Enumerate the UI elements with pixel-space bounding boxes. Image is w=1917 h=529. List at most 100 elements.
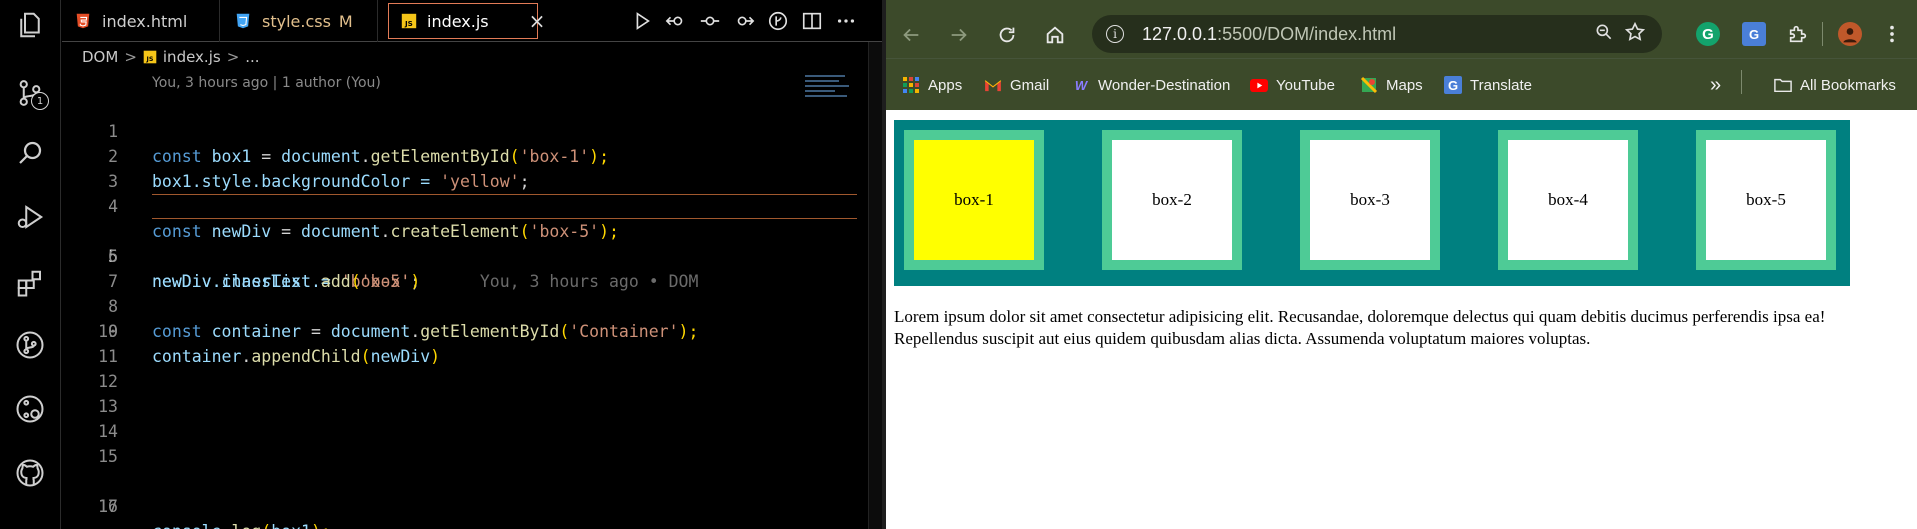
code-line[interactable]: 14 bbox=[62, 419, 867, 444]
all-bookmarks-button[interactable]: All Bookmarks bbox=[1774, 73, 1896, 97]
site-info-icon[interactable]: i bbox=[1106, 25, 1124, 43]
codelens-blame[interactable]: You, 3 hours ago | 1 author (You) bbox=[152, 75, 381, 91]
go-back-icon[interactable] bbox=[663, 8, 689, 34]
translate-extension-icon[interactable]: G bbox=[1742, 22, 1766, 46]
breadcrumb-symbol[interactable]: ... bbox=[245, 48, 259, 66]
bookmark-youtube[interactable]: YouTube bbox=[1250, 73, 1335, 97]
code-line[interactable]: 2 box1.style.backgroundColor = 'yellow'; bbox=[62, 119, 867, 191]
back-arrow-icon[interactable] bbox=[896, 20, 926, 50]
minimap[interactable] bbox=[805, 72, 865, 112]
tab-index-html[interactable]: index.html bbox=[62, 0, 220, 42]
line-number: 13 bbox=[98, 397, 118, 416]
extensions-icon[interactable] bbox=[13, 266, 47, 300]
code-line[interactable]: 4 const newDiv = document.createElement(… bbox=[62, 169, 867, 241]
box-1: box-1 bbox=[914, 140, 1034, 260]
bookmark-translate[interactable]: G Translate bbox=[1444, 73, 1532, 97]
line-number: 12 bbox=[98, 372, 118, 391]
bookmark-star-icon[interactable] bbox=[1624, 21, 1646, 48]
code-line[interactable]: 1 const box1 = document.getElementById('… bbox=[62, 94, 867, 166]
bookmark-maps[interactable]: Maps bbox=[1360, 73, 1423, 97]
tab-label: style.css bbox=[262, 11, 331, 31]
git-graph-icon[interactable] bbox=[13, 328, 47, 362]
box-frame: box-3 bbox=[1300, 130, 1440, 270]
split-editor-icon[interactable] bbox=[799, 8, 825, 34]
box-2: box-2 bbox=[1112, 140, 1232, 260]
vscode-window: 1 index.html style.css M JS index.js × D… bbox=[0, 0, 882, 529]
breadcrumb-separator: > bbox=[226, 48, 240, 66]
url-text: 127.0.0.1:5500/DOM/index.html bbox=[1142, 23, 1397, 44]
git-lens-icon[interactable] bbox=[765, 8, 791, 34]
folder-icon bbox=[1774, 76, 1792, 94]
zoom-icon[interactable] bbox=[1594, 22, 1614, 47]
home-icon[interactable] bbox=[1040, 20, 1070, 50]
box-frame: box-5 bbox=[1696, 130, 1836, 270]
tab-style-css[interactable]: style.css M bbox=[220, 0, 378, 42]
editor-scrollbar[interactable] bbox=[868, 42, 882, 529]
code-line[interactable]: 17 bbox=[62, 494, 867, 519]
tab-label: index.html bbox=[102, 11, 188, 31]
tab-index-js[interactable]: JS index.js × bbox=[388, 3, 545, 39]
git-history-icon[interactable] bbox=[13, 392, 47, 426]
code-line[interactable]: 10 bbox=[62, 319, 867, 344]
code-line[interactable]: 6 newDiv.classList.add('box') bbox=[62, 219, 867, 291]
gmail-icon bbox=[984, 76, 1002, 94]
code-line[interactable]: 3 bbox=[62, 144, 867, 191]
line-number: 10 bbox=[98, 322, 118, 341]
more-actions-icon[interactable] bbox=[833, 8, 859, 34]
boxes-container: box-1 box-2 box-3 box-4 box-5 bbox=[894, 120, 1850, 286]
extensions-puzzle-icon[interactable] bbox=[1786, 22, 1810, 46]
code-line[interactable]: 11 bbox=[62, 344, 867, 369]
reload-icon[interactable] bbox=[992, 20, 1022, 50]
grammarly-icon[interactable]: G bbox=[1696, 22, 1720, 46]
breadcrumb: DOM > JS index.js > ... bbox=[62, 46, 260, 68]
go-forward-icon[interactable] bbox=[731, 8, 757, 34]
commit-icon[interactable] bbox=[697, 8, 723, 34]
code-line[interactable]: 16 console.log(box1); bbox=[62, 469, 867, 529]
tab-label: index.js bbox=[427, 11, 489, 31]
browser-tab-strip bbox=[886, 0, 1917, 10]
code-line[interactable]: 7 bbox=[62, 244, 867, 291]
browser-toolbar: i 127.0.0.1:5500/DOM/index.html G G bbox=[886, 10, 1917, 58]
code-editor[interactable]: You, 3 hours ago | 1 author (You) 1 cons… bbox=[62, 72, 867, 529]
code-line[interactable]: 15 bbox=[62, 444, 867, 469]
js-file-icon: JS bbox=[143, 50, 157, 64]
maps-icon bbox=[1360, 76, 1378, 94]
code-line-current[interactable]: 5 newDiv.innerText = 'box-5'; You, 3 hou… bbox=[62, 194, 867, 291]
menu-kebab-icon[interactable] bbox=[1880, 22, 1904, 46]
github-icon[interactable] bbox=[13, 456, 47, 490]
breadcrumb-folder[interactable]: DOM bbox=[82, 48, 118, 66]
bookmark-wonder-destination[interactable]: W Wonder-Destination bbox=[1072, 73, 1230, 97]
bookmark-gmail[interactable]: Gmail bbox=[984, 73, 1049, 97]
web-page: box-1 box-2 box-3 box-4 box-5 Lorem ipsu… bbox=[886, 110, 1917, 529]
search-icon[interactable] bbox=[13, 136, 47, 170]
bookmarks-bar: Apps Gmail W Wonder-Destination YouTube … bbox=[886, 58, 1917, 110]
code-line[interactable]: 9 container.appendChild(newDiv) bbox=[62, 294, 867, 366]
js-file-icon: JS bbox=[401, 12, 417, 30]
source-control-icon[interactable]: 1 bbox=[13, 76, 49, 110]
css3-icon bbox=[234, 12, 252, 30]
explorer-icon[interactable] bbox=[13, 8, 47, 42]
bookmark-apps[interactable]: Apps bbox=[902, 73, 962, 97]
close-icon[interactable]: × bbox=[529, 9, 546, 33]
editor-tab-bar: index.html style.css M JS index.js × bbox=[62, 0, 882, 42]
address-bar[interactable]: i 127.0.0.1:5500/DOM/index.html bbox=[1092, 15, 1662, 53]
profile-avatar[interactable] bbox=[1838, 22, 1862, 46]
source-control-badge: 1 bbox=[31, 92, 49, 110]
modified-indicator: M bbox=[338, 11, 353, 31]
run-debug-icon[interactable] bbox=[13, 200, 47, 234]
box-frame: box-4 bbox=[1498, 130, 1638, 270]
breadcrumb-file[interactable]: index.js bbox=[163, 48, 221, 66]
run-icon[interactable] bbox=[629, 8, 655, 34]
code-line[interactable]: 8 const container = document.getElementB… bbox=[62, 269, 867, 341]
box-3: box-3 bbox=[1310, 140, 1430, 260]
line-number: 11 bbox=[98, 347, 118, 366]
browser-window: i 127.0.0.1:5500/DOM/index.html G G Apps… bbox=[886, 0, 1917, 529]
code-line[interactable]: 12 bbox=[62, 369, 867, 394]
box-frame: box-1 bbox=[904, 130, 1044, 270]
youtube-icon bbox=[1250, 76, 1268, 94]
code-line[interactable]: 13 bbox=[62, 394, 867, 419]
forward-arrow-icon[interactable] bbox=[944, 20, 974, 50]
lorem-paragraph: Lorem ipsum dolor sit amet consectetur a… bbox=[894, 307, 1826, 348]
more-bookmarks-chevron-icon[interactable]: » bbox=[1710, 73, 1721, 97]
box-5: box-5 bbox=[1706, 140, 1826, 260]
